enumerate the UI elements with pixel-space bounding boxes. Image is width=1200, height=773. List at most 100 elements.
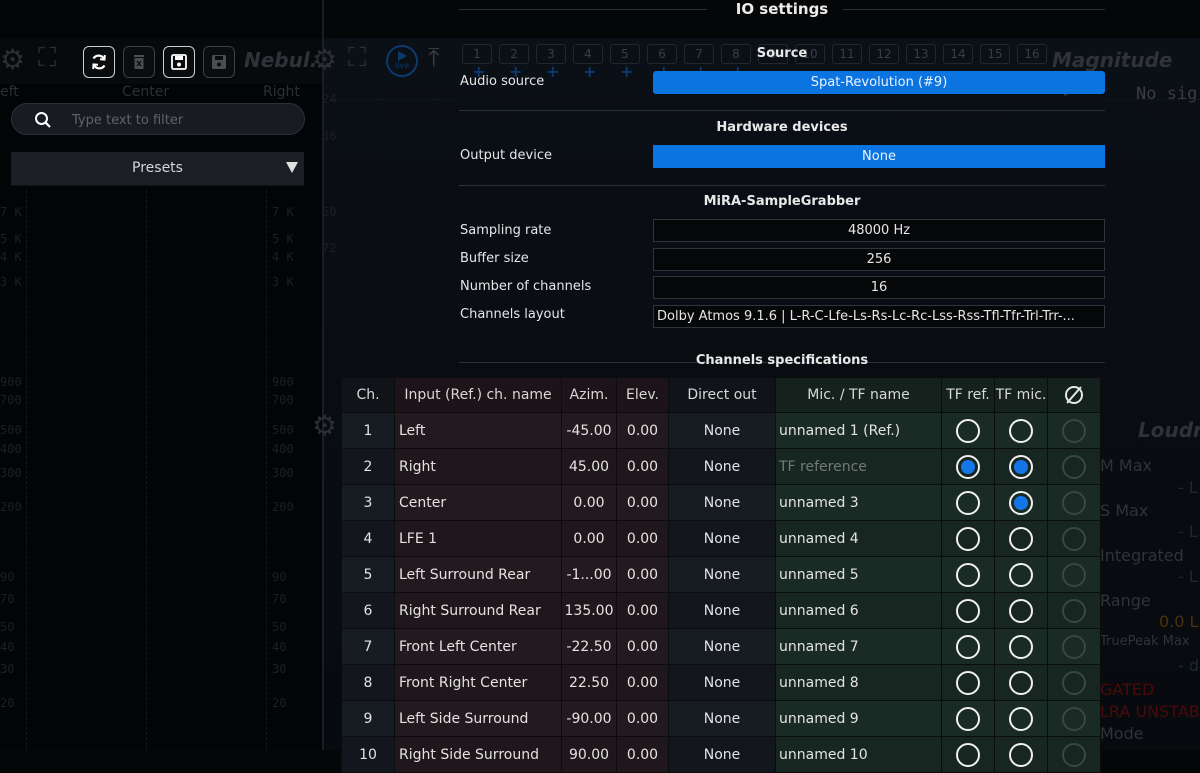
mic-tf-name[interactable]: TF reference	[775, 448, 942, 485]
azimuth-value[interactable]: -45.00	[561, 412, 617, 449]
azimuth-value[interactable]: 0.00	[561, 520, 617, 557]
elevation-value[interactable]: 0.00	[616, 520, 669, 557]
add-channel-icon[interactable]: +	[546, 64, 559, 80]
table-row[interactable]: 3 Center 0.00 0.00 None unnamed 3	[341, 484, 1101, 521]
save-as-button[interactable]	[203, 46, 235, 78]
tf-ref-radio[interactable]	[956, 706, 980, 731]
input-channel-name[interactable]: LFE 1	[394, 520, 562, 557]
tf-mic-radio[interactable]	[1009, 418, 1033, 443]
table-row[interactable]: 7 Front Left Center -22.50 0.00 None unnamed …	[341, 628, 1101, 665]
mic-tf-name[interactable]: unnamed 7	[775, 628, 942, 665]
tf-mic-radio[interactable]	[1009, 742, 1033, 767]
table-row[interactable]: 8 Front Right Center 22.50 0.00 None unnamed …	[341, 664, 1101, 701]
phase-invert-radio[interactable]	[1062, 706, 1086, 731]
tf-ref-radio[interactable]	[956, 670, 980, 695]
table-row[interactable]: 5 Left Surround Rear -1...00 0.00 None unname…	[341, 556, 1101, 593]
direct-out-value[interactable]: None	[668, 628, 776, 665]
phase-invert-radio[interactable]	[1062, 742, 1086, 767]
table-row[interactable]: 10 Right Side Surround 90.00 0.00 None unname…	[341, 736, 1101, 773]
azimuth-value[interactable]: 0.00	[561, 484, 617, 521]
tf-mic-radio[interactable]	[1009, 706, 1033, 731]
tf-mic-radio[interactable]	[1009, 526, 1033, 551]
delete-button[interactable]	[123, 46, 155, 78]
azimuth-value[interactable]: 45.00	[561, 448, 617, 485]
output-device-dropdown[interactable]: None	[653, 145, 1105, 168]
elevation-value[interactable]: 0.00	[616, 484, 669, 521]
tf-mic-radio[interactable]	[1009, 670, 1033, 695]
table-row[interactable]: 9 Left Side Surround -90.00 0.00 None unnamed…	[341, 700, 1101, 737]
phase-invert-radio[interactable]	[1062, 418, 1086, 443]
elevation-value[interactable]: 0.00	[616, 592, 669, 629]
num-channels-field[interactable]: 16	[653, 276, 1105, 299]
elevation-value[interactable]: 0.00	[616, 556, 669, 593]
input-channel-name[interactable]: Left	[394, 412, 562, 449]
azimuth-value[interactable]: 135.00	[561, 592, 617, 629]
table-row[interactable]: 1 Left -45.00 0.00 None unnamed 1 (Ref.)	[341, 412, 1101, 449]
table-row[interactable]: 6 Right Surround Rear 135.00 0.00 None unname…	[341, 592, 1101, 629]
table-row[interactable]: 2 Right 45.00 0.00 None TF reference	[341, 448, 1101, 485]
tf-mic-radio[interactable]	[1009, 598, 1033, 623]
elevation-value[interactable]: 0.00	[616, 412, 669, 449]
direct-out-value[interactable]: None	[668, 520, 776, 557]
phase-invert-radio[interactable]	[1062, 562, 1086, 587]
tf-mic-radio[interactable]	[1009, 490, 1033, 515]
live-button[interactable]: live	[386, 45, 418, 77]
buffer-size-field[interactable]: 256	[653, 248, 1105, 271]
input-channel-name[interactable]: Front Right Center	[394, 664, 562, 701]
direct-out-value[interactable]: None	[668, 448, 776, 485]
refresh-button[interactable]	[83, 46, 115, 78]
tf-mic-radio[interactable]	[1009, 454, 1033, 479]
input-channel-name[interactable]: Right Side Surround	[394, 736, 562, 773]
direct-out-value[interactable]: None	[668, 592, 776, 629]
azimuth-value[interactable]: 90.00	[561, 736, 617, 773]
presets-dropdown[interactable]: Presets	[11, 152, 304, 186]
elevation-value[interactable]: 0.00	[616, 736, 669, 773]
phase-invert-radio[interactable]	[1062, 634, 1086, 659]
mic-tf-name[interactable]: unnamed 4	[775, 520, 942, 557]
direct-out-value[interactable]: None	[668, 700, 776, 737]
tf-ref-radio[interactable]	[956, 742, 980, 767]
add-channel-icon[interactable]: +	[620, 64, 633, 80]
channels-layout-dropdown[interactable]: Dolby Atmos 9.1.6 | L-R-C-Lfe-Ls-Rs-Lc-R…	[653, 305, 1105, 328]
elevation-value[interactable]: 0.00	[616, 700, 669, 737]
tf-ref-radio[interactable]	[956, 490, 980, 515]
tf-mic-radio[interactable]	[1009, 562, 1033, 587]
azimuth-value[interactable]: -1...00	[561, 556, 617, 593]
tf-ref-radio[interactable]	[956, 598, 980, 623]
azimuth-value[interactable]: -90.00	[561, 700, 617, 737]
elevation-value[interactable]: 0.00	[616, 664, 669, 701]
input-channel-name[interactable]: Left Surround Rear	[394, 556, 562, 593]
input-channel-name[interactable]: Center	[394, 484, 562, 521]
tf-ref-radio[interactable]	[956, 562, 980, 587]
direct-out-value[interactable]: None	[668, 412, 776, 449]
mic-tf-name[interactable]: unnamed 10	[775, 736, 942, 773]
tf-ref-radio[interactable]	[956, 634, 980, 659]
mic-tf-name[interactable]: unnamed 3	[775, 484, 942, 521]
save-button[interactable]	[163, 46, 195, 78]
direct-out-value[interactable]: None	[668, 664, 776, 701]
input-channel-name[interactable]: Front Left Center	[394, 628, 562, 665]
tf-mic-radio[interactable]	[1009, 634, 1033, 659]
phase-invert-radio[interactable]	[1062, 490, 1086, 515]
mic-tf-name[interactable]: unnamed 8	[775, 664, 942, 701]
direct-out-value[interactable]: None	[668, 736, 776, 773]
mic-tf-name[interactable]: unnamed 9	[775, 700, 942, 737]
tf-ref-radio[interactable]	[956, 418, 980, 443]
azimuth-value[interactable]: 22.50	[561, 664, 617, 701]
filter-input[interactable]	[70, 108, 294, 132]
direct-out-value[interactable]: None	[668, 556, 776, 593]
mic-tf-name[interactable]: unnamed 5	[775, 556, 942, 593]
audio-source-dropdown[interactable]: Spat-Revolution (#9)	[653, 71, 1105, 94]
input-channel-name[interactable]: Left Side Surround	[394, 700, 562, 737]
input-channel-name[interactable]: Right	[394, 448, 562, 485]
phase-invert-radio[interactable]	[1062, 670, 1086, 695]
phase-invert-radio[interactable]	[1062, 598, 1086, 623]
azimuth-value[interactable]: -22.50	[561, 628, 617, 665]
tf-ref-radio[interactable]	[956, 526, 980, 551]
table-row[interactable]: 4 LFE 1 0.00 0.00 None unnamed 4	[341, 520, 1101, 557]
direct-out-value[interactable]: None	[668, 484, 776, 521]
phase-invert-radio[interactable]	[1062, 454, 1086, 479]
elevation-value[interactable]: 0.00	[616, 628, 669, 665]
mic-tf-name[interactable]: unnamed 6	[775, 592, 942, 629]
mic-tf-name[interactable]: unnamed 1 (Ref.)	[775, 412, 942, 449]
